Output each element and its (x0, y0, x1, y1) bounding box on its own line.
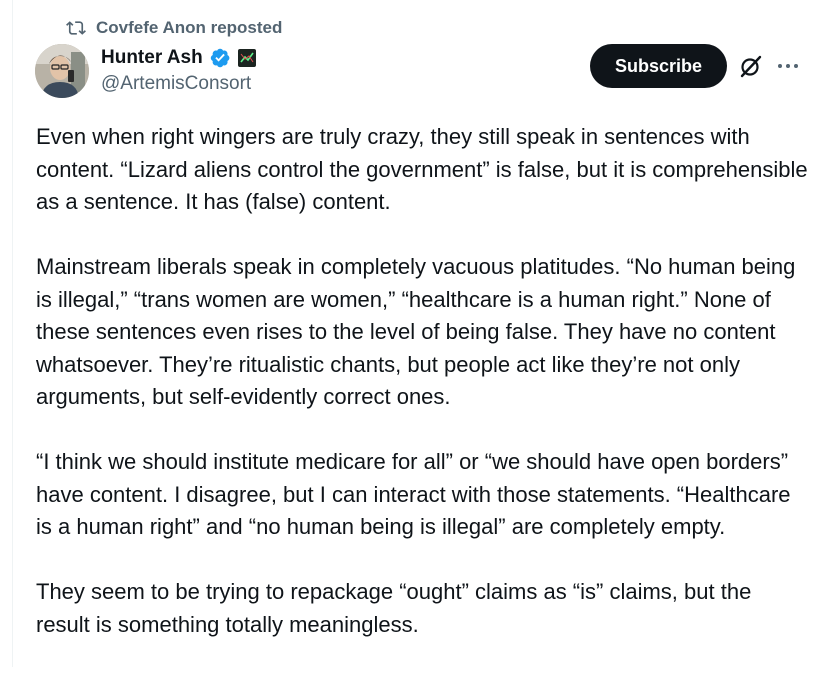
tweet-text: Even when right wingers are truly crazy,… (36, 121, 811, 674)
tweet-paragraph: “I think we should institute medicare fo… (36, 449, 791, 539)
subscribe-button[interactable]: Subscribe (590, 44, 727, 88)
verified-badge-icon (210, 48, 230, 67)
author-handle[interactable]: @ArtemisConsort (101, 73, 257, 95)
avatar[interactable] (35, 44, 89, 98)
author-block: Hunter Ash @ArtemisConsort (101, 44, 257, 95)
chart-badge-icon[interactable] (237, 48, 257, 68)
author-name[interactable]: Hunter Ash (101, 47, 203, 69)
grok-icon[interactable] (738, 53, 764, 79)
avatar-image (35, 44, 89, 98)
timeline-border (12, 0, 13, 667)
tweet-paragraph: Even when right wingers are truly crazy,… (36, 124, 808, 214)
repost-icon (66, 21, 86, 35)
repost-indicator[interactable]: Covfefe Anon reposted (66, 16, 282, 40)
tweet-paragraph: They seem to be trying to repackage “oug… (36, 579, 752, 637)
more-icon[interactable] (777, 63, 799, 69)
tweet-paragraph: Mainstream liberals speak in completely … (36, 254, 796, 409)
repost-label: Covfefe Anon reposted (96, 18, 283, 37)
